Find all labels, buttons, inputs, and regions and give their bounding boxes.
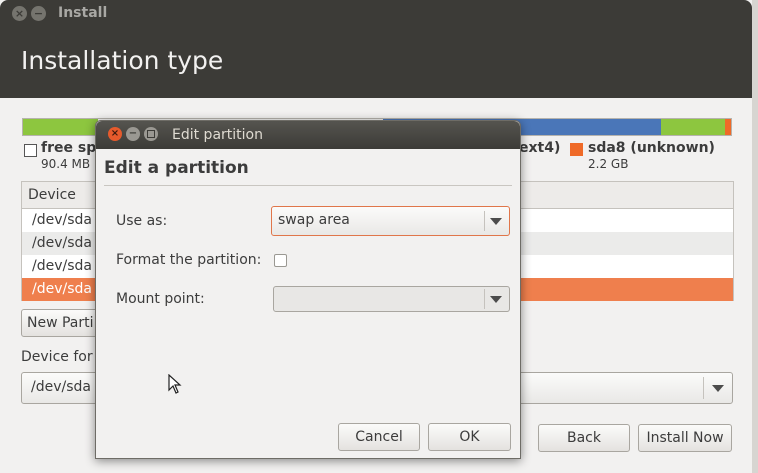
minimize-icon[interactable]: −	[31, 6, 46, 21]
use-as-select[interactable]: swap area	[271, 206, 510, 236]
use-as-value: swap area	[278, 212, 350, 228]
mount-point-combo[interactable]	[273, 286, 510, 312]
divider	[104, 185, 512, 186]
use-as-label: Use as:	[116, 213, 168, 229]
partition-segment	[725, 119, 731, 135]
combo-separator	[484, 289, 485, 309]
window-title: Install	[58, 5, 108, 21]
combo-separator	[703, 377, 704, 399]
maximize-icon[interactable]	[144, 127, 158, 141]
close-icon[interactable]: ×	[108, 127, 122, 141]
legend-swatch-sda8	[570, 143, 583, 156]
mount-point-label: Mount point:	[116, 291, 205, 307]
window-edge	[752, 0, 758, 473]
page-title: Installation type	[21, 46, 224, 75]
legend-size-free: 90.4 MB	[41, 157, 91, 171]
combo-separator	[484, 211, 485, 231]
legend-size-sda8: 2.2 GB	[588, 157, 629, 171]
edit-partition-dialog: × − Edit partition Edit a partition Use …	[95, 120, 521, 459]
page-header: Installation type	[0, 28, 752, 98]
window-titlebar: × − Install	[0, 0, 752, 28]
chevron-down-icon	[490, 218, 502, 225]
close-icon[interactable]: ×	[12, 6, 27, 21]
ok-button[interactable]: OK	[428, 423, 511, 451]
dialog-titlebar: × − Edit partition	[96, 121, 520, 149]
boot-loader-value: /dev/sda	[31, 379, 91, 395]
partition-segment	[23, 119, 98, 135]
legend-label-sda8: sda8 (unknown)	[588, 140, 715, 156]
dialog-title: Edit partition	[172, 127, 263, 143]
minimize-icon[interactable]: −	[126, 127, 140, 141]
mouse-cursor-icon	[168, 374, 182, 394]
legend-swatch-free	[24, 144, 37, 157]
cancel-button[interactable]: Cancel	[338, 423, 420, 451]
boot-loader-label: Device for b	[21, 349, 106, 365]
format-partition-label: Format the partition:	[116, 252, 262, 268]
chevron-down-icon	[712, 385, 724, 392]
install-now-button[interactable]: Install Now	[638, 424, 732, 452]
partition-segment	[661, 119, 725, 135]
legend-label-ext4: ext4)	[519, 140, 561, 156]
back-button[interactable]: Back	[538, 424, 630, 452]
format-partition-checkbox[interactable]	[274, 254, 287, 267]
chevron-down-icon[interactable]	[490, 296, 502, 303]
dialog-heading: Edit a partition	[104, 158, 249, 178]
